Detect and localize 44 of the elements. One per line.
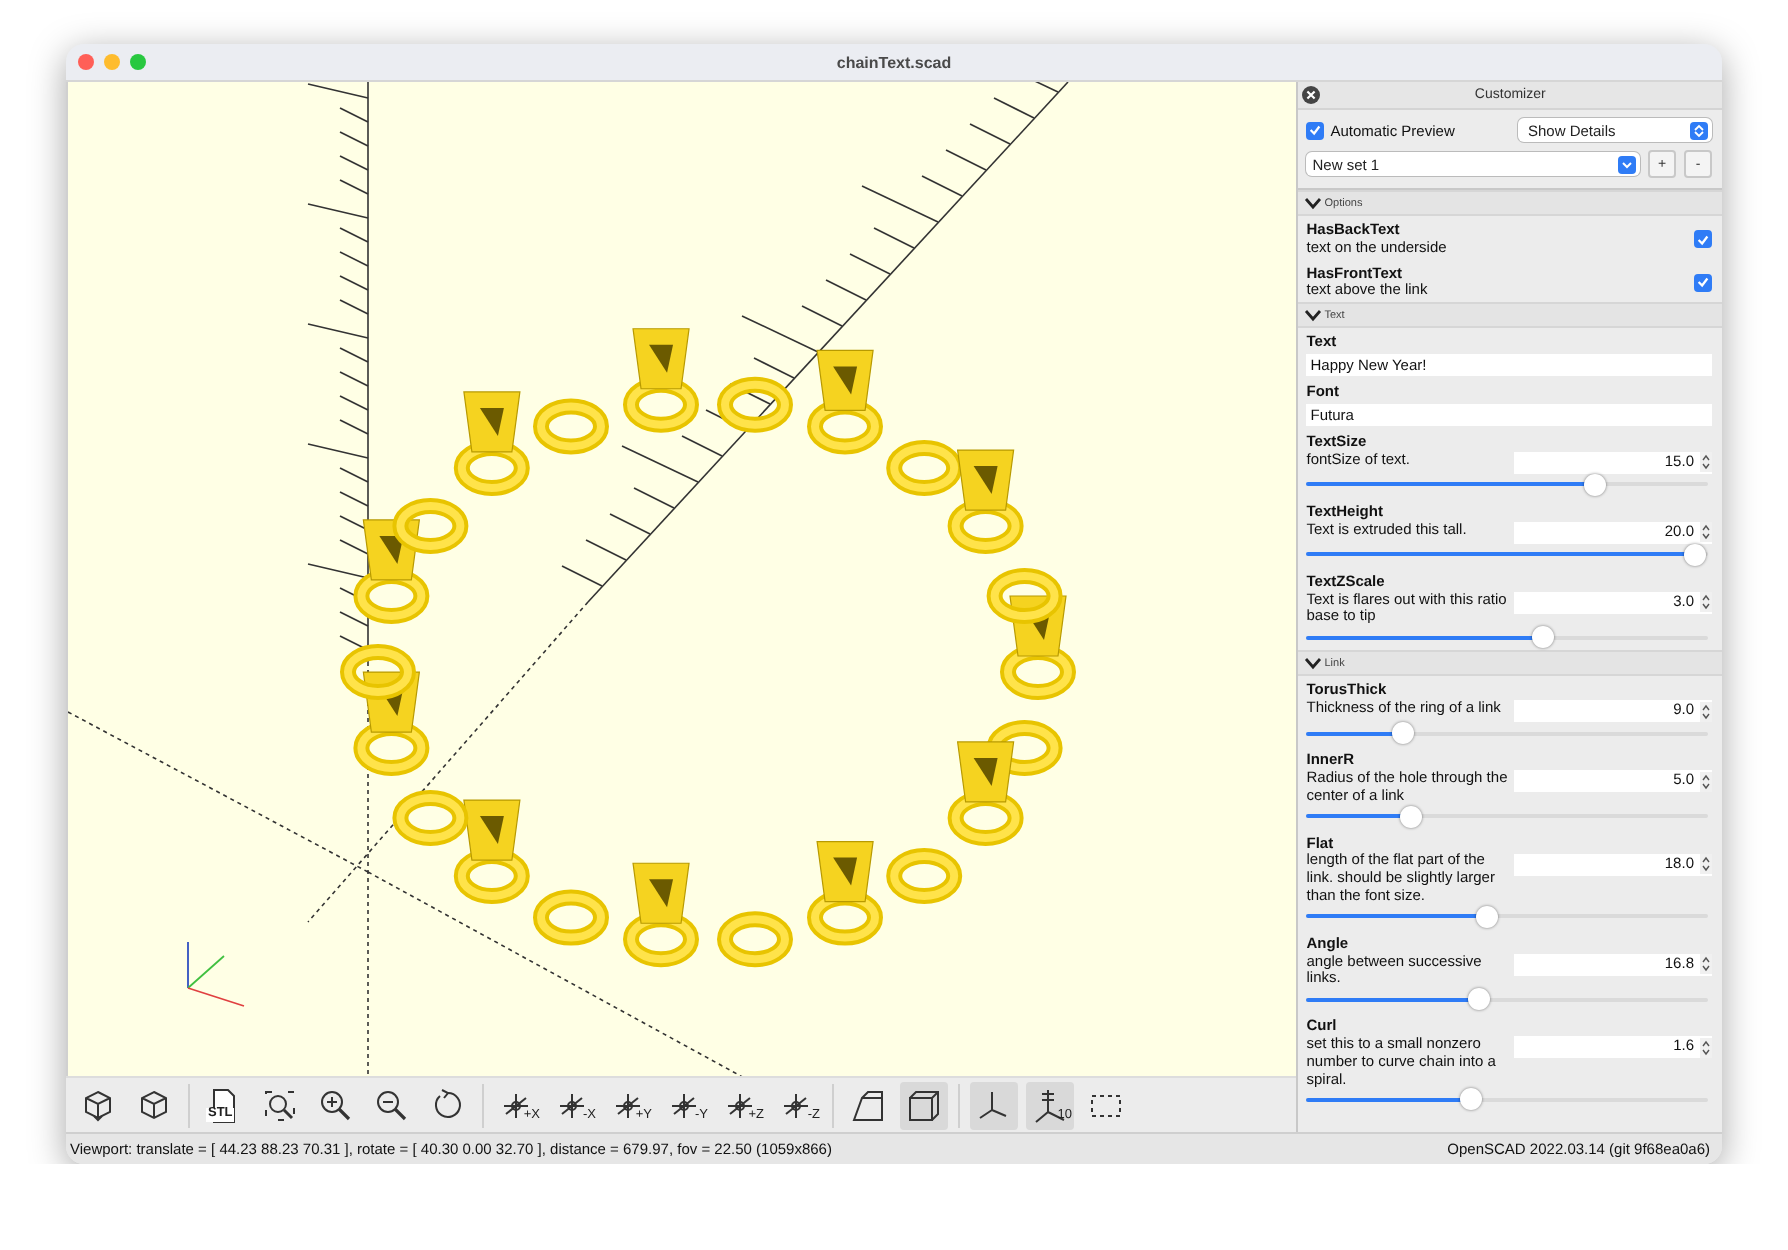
slider-thumb[interactable] <box>1399 805 1422 828</box>
zoom-in-icon <box>316 1085 356 1125</box>
stepper-icon <box>1700 522 1712 543</box>
slider[interactable] <box>1306 543 1708 566</box>
orthogonal-button[interactable] <box>900 1081 948 1129</box>
slider-thumb[interactable] <box>1460 1088 1483 1111</box>
checkbox[interactable] <box>1694 230 1712 249</box>
close-button[interactable] <box>78 54 94 70</box>
chevron-down-icon <box>1618 155 1636 173</box>
window-title: chainText.scad <box>836 53 952 71</box>
stepper-icon <box>1700 854 1712 875</box>
axes-button[interactable] <box>970 1081 1018 1129</box>
chevron-icon <box>1304 656 1323 671</box>
stepper-icon <box>1690 121 1708 139</box>
view-all-icon <box>260 1085 300 1125</box>
checkbox[interactable] <box>1306 121 1325 139</box>
slider[interactable] <box>1306 1088 1708 1111</box>
slider-thumb[interactable] <box>1532 626 1555 649</box>
stepper-icon <box>1700 954 1712 975</box>
slider[interactable] <box>1306 905 1708 928</box>
axes-gizmo-icon <box>187 941 245 1007</box>
perspective-icon <box>848 1085 888 1125</box>
stepper-icon <box>1700 592 1712 613</box>
close-icon[interactable] <box>1302 86 1321 104</box>
zoom-out-icon <box>372 1085 412 1125</box>
orthogonal-icon <box>904 1085 944 1125</box>
slider[interactable] <box>1306 473 1708 496</box>
slider-thumb[interactable] <box>1468 988 1491 1011</box>
stepper-icon <box>1700 701 1712 722</box>
slider[interactable] <box>1306 722 1708 745</box>
stepper-icon <box>1700 771 1712 792</box>
slider[interactable] <box>1306 988 1708 1011</box>
slider-thumb[interactable] <box>1684 543 1707 566</box>
chevron-icon <box>1304 196 1323 210</box>
stepper-icon <box>1700 452 1712 473</box>
scale-markers-icon <box>1030 1085 1070 1125</box>
slider-thumb[interactable] <box>1584 473 1607 496</box>
chevron-icon <box>1304 308 1323 323</box>
checkbox[interactable] <box>1694 273 1712 292</box>
slider-thumb[interactable] <box>1391 722 1414 745</box>
slider[interactable] <box>1306 626 1708 649</box>
stepper-icon <box>1700 1037 1712 1058</box>
slider-thumb[interactable] <box>1476 905 1499 928</box>
slider[interactable] <box>1306 805 1708 828</box>
